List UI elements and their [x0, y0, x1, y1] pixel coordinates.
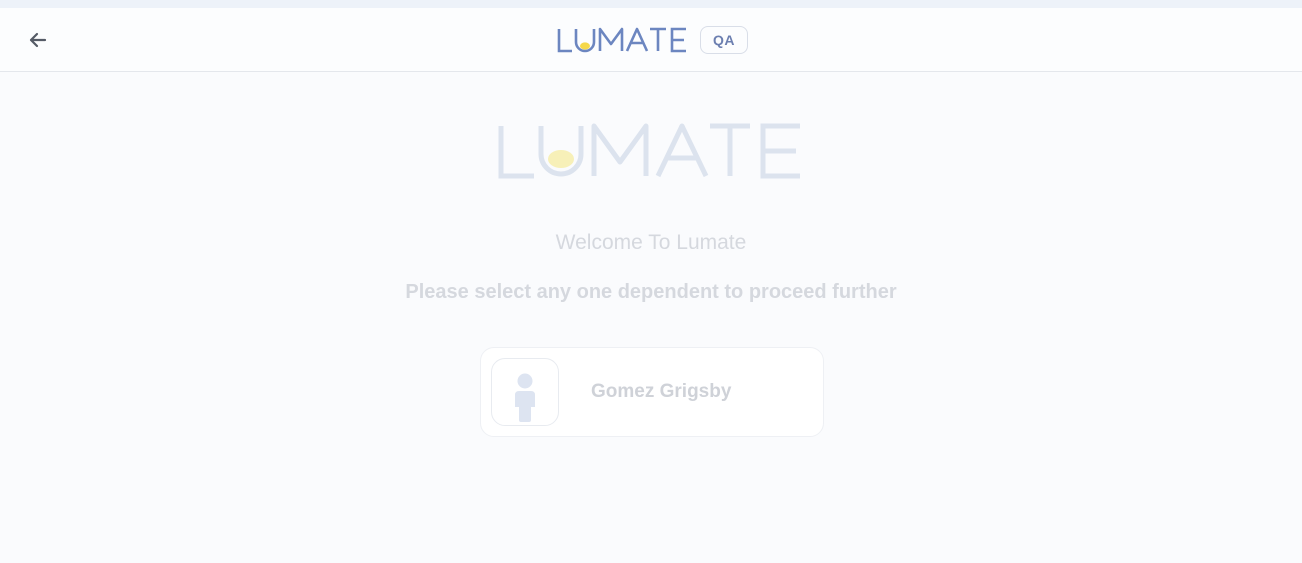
main-content: Welcome To Lumate Please select any one … [0, 72, 1302, 563]
lumate-logo [557, 27, 686, 53]
instruction-text: Please select any one dependent to proce… [405, 281, 897, 303]
back-button[interactable] [26, 28, 50, 52]
dependent-name: Gomez Grigsby [591, 381, 732, 402]
top-strip [0, 0, 1302, 8]
arrow-left-icon [29, 32, 47, 48]
environment-badge: QA [700, 26, 748, 54]
avatar [491, 358, 559, 426]
header-brand: QA [556, 24, 748, 56]
app-header: QA [0, 8, 1302, 72]
hero-lumate-logo [498, 123, 800, 179]
welcome-heading: Welcome To Lumate [555, 231, 747, 254]
person-icon [515, 373, 535, 422]
dependent-card[interactable]: Gomez Grigsby [480, 347, 824, 437]
